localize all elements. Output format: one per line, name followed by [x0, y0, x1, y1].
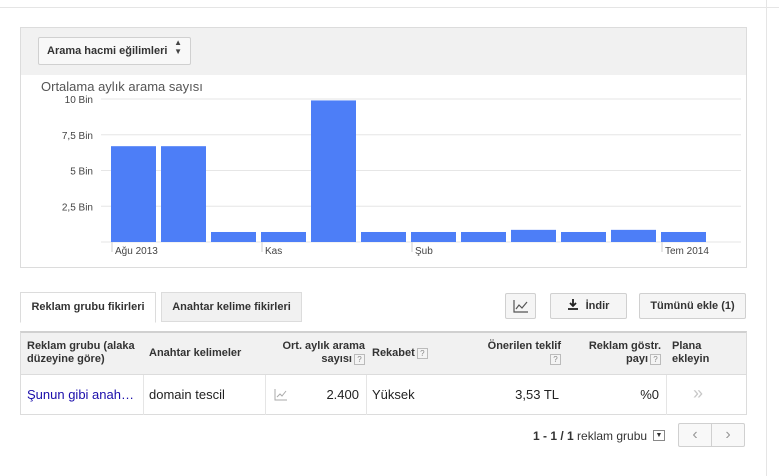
col-competition-label: Rekabet	[372, 347, 415, 359]
x-tick-label: Tem 2014	[665, 246, 709, 257]
chart-view-button[interactable]	[505, 293, 536, 319]
col-ad-group[interactable]: Reklam grubu (alaka düzeyine göre)	[27, 340, 147, 366]
bar	[561, 231, 606, 242]
download-label: İndir	[585, 300, 610, 312]
download-icon	[567, 294, 578, 318]
ad-group-table: Reklam grubu (alaka düzeyine göre) Anaht…	[20, 331, 747, 415]
table-row: Şunun gibi anah… domain tescil 2.400 Yük…	[21, 375, 746, 415]
cell-suggested-bid: 3,53 TL	[515, 387, 559, 402]
bar	[111, 146, 156, 242]
trend-chart-card: Arama hacmi eğilimleri ▲ ▼ Ortalama aylık…	[20, 27, 747, 268]
line-chart-icon	[512, 300, 528, 313]
cell-competition: Yüksek	[372, 387, 415, 402]
bar	[161, 146, 206, 242]
right-divider	[766, 0, 767, 476]
y-tick-label: 7,5 Bin	[62, 131, 93, 142]
bar-chart: 2,5 Bin 5 Bin 7,5 Bin 10 Bin Ağu 2013 Kas Şub T…	[62, 95, 741, 257]
bar	[311, 100, 356, 243]
col-bid-label: Önerilen teklif	[487, 340, 561, 352]
help-icon[interactable]: ?	[550, 353, 561, 365]
x-tick-label: Şub	[415, 246, 433, 257]
cell-keywords: domain tescil	[149, 387, 225, 402]
col-avg-monthly[interactable]: Ort. aylık arama sayısı?	[265, 340, 365, 366]
bar	[211, 231, 256, 242]
col-add-to-plan: Plana ekleyin	[672, 340, 710, 365]
cell-divider	[366, 375, 367, 415]
chevron-right-icon: ›	[725, 426, 731, 443]
cell-ad-share: %0	[640, 387, 659, 402]
next-page-button[interactable]: ›	[711, 423, 745, 447]
bar	[261, 231, 306, 242]
bar	[611, 229, 656, 242]
help-icon[interactable]: ?	[354, 353, 365, 365]
bar	[661, 231, 706, 242]
y-tick-label: 2,5 Bin	[62, 202, 93, 213]
top-divider	[0, 7, 779, 8]
bar	[411, 231, 456, 242]
trend-chart-icon[interactable]	[274, 389, 288, 401]
col-keywords[interactable]: Anahtar kelimeler	[149, 347, 241, 360]
table-header: Reklam grubu (alaka düzeyine göre) Anaht…	[21, 333, 746, 375]
download-button[interactable]: İndir	[550, 293, 627, 319]
add-to-plan-arrow-icon[interactable]: »	[693, 383, 703, 404]
x-tick-label: Ağu 2013	[115, 246, 158, 257]
add-all-button[interactable]: Tümünü ekle (1)	[639, 293, 746, 319]
cell-avg-searches: 2.400	[326, 387, 359, 402]
col-ad-share[interactable]: Reklam göstr. payı?	[571, 340, 661, 366]
col-competition[interactable]: Rekabet?	[372, 347, 428, 360]
col-suggested-bid[interactable]: Önerilen teklif?	[465, 340, 561, 366]
pagination-range: 1 - 1 / 1	[533, 429, 574, 443]
pagination-unit: reklam grubu	[577, 429, 648, 443]
help-icon[interactable]: ?	[650, 353, 661, 365]
cell-divider	[666, 375, 667, 415]
cell-divider	[265, 375, 266, 415]
x-tick-label: Kas	[265, 246, 282, 257]
tab-keyword-ideas[interactable]: Anahtar kelime fikirleri	[161, 292, 302, 322]
col-avg-label: Ort. aylık arama sayısı	[282, 340, 365, 365]
bar	[511, 229, 556, 242]
prev-page-button[interactable]: ‹	[678, 423, 712, 447]
help-icon[interactable]: ?	[416, 347, 428, 359]
y-tick-label: 5 Bin	[70, 167, 93, 178]
ad-group-link[interactable]: Şunun gibi anah…	[27, 387, 134, 402]
tab-ad-group-ideas[interactable]: Reklam grubu fikirleri	[20, 292, 156, 323]
page-size-dropdown-icon[interactable]: ▼	[653, 430, 665, 441]
pagination-info: 1 - 1 / 1 reklam grubu	[533, 429, 647, 443]
bar	[461, 231, 506, 242]
y-tick-label: 10 Bin	[65, 95, 93, 106]
bar	[361, 231, 406, 242]
cell-divider	[143, 375, 144, 415]
chevron-left-icon: ‹	[692, 426, 698, 443]
